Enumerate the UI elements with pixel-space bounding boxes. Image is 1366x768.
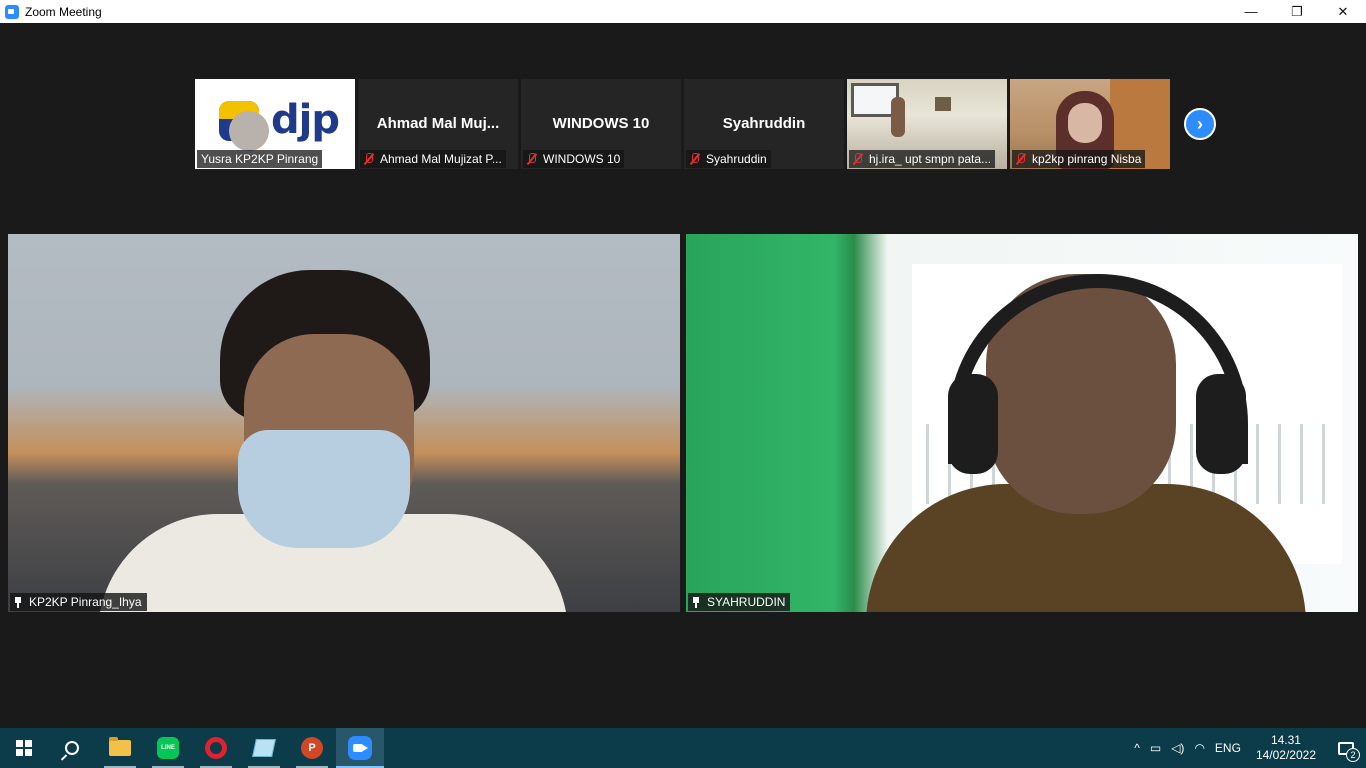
- network-icon[interactable]: ◠: [1189, 728, 1209, 768]
- chevron-right-icon: ›: [1197, 113, 1203, 134]
- zoom-app-icon: [5, 4, 19, 19]
- zoom-icon: [348, 736, 372, 760]
- participant-thumbnail[interactable]: Ahmad Mal Muj... Ahmad Mal Mujizat P...: [358, 79, 518, 169]
- taskbar-notes[interactable]: [240, 728, 288, 768]
- start-button[interactable]: [0, 728, 48, 768]
- participant-thumbnail[interactable]: WINDOWS 10 WINDOWS 10: [521, 79, 681, 169]
- line-icon: LINE: [157, 737, 179, 759]
- folder-icon: [109, 737, 131, 756]
- taskbar-clock[interactable]: 14.31 14/02/2022: [1246, 733, 1326, 763]
- volume-icon[interactable]: ◁): [1166, 728, 1189, 768]
- window-controls: — ❐ ✕: [1228, 0, 1366, 23]
- wall-frame: [935, 97, 951, 111]
- next-page-button[interactable]: ›: [1184, 108, 1216, 140]
- participant-video-face: [1068, 103, 1102, 143]
- participant-thumbnail[interactable]: hj.ira_ upt smpn pata...: [847, 79, 1007, 169]
- title-bar: Zoom Meeting — ❐ ✕: [0, 0, 1366, 23]
- participant-display-name: WINDOWS 10: [552, 115, 650, 132]
- meeting-area: djp Yusra KP2KP Pinrang Ahmad Mal Muj...…: [0, 23, 1366, 728]
- taskbar-zoom[interactable]: [336, 728, 384, 768]
- notification-count: 2: [1346, 748, 1360, 762]
- windows-taskbar: LINE P ^ ▭ ◁) ◠ ENG 14.31 14/02/2022 2: [0, 728, 1366, 768]
- input-language[interactable]: ENG: [1210, 728, 1246, 768]
- taskbar-powerpoint[interactable]: P: [288, 728, 336, 768]
- taskbar-line[interactable]: LINE: [144, 728, 192, 768]
- action-center-button[interactable]: 2: [1326, 728, 1366, 768]
- mic-muted-icon: [1016, 153, 1026, 165]
- taskbar-file-explorer[interactable]: [96, 728, 144, 768]
- participant-thumbnail[interactable]: kp2kp pinrang Nisba: [1010, 79, 1170, 169]
- mic-muted-icon: [853, 153, 863, 165]
- notes-icon: [252, 739, 276, 757]
- clock-date: 14/02/2022: [1255, 748, 1316, 762]
- clock-time: 14.31: [1270, 733, 1301, 747]
- participant-name-tag: Ahmad Mal Mujizat P...: [360, 150, 506, 168]
- restore-button[interactable]: ❐: [1274, 0, 1320, 23]
- mic-muted-icon: [364, 153, 374, 165]
- mic-muted-icon: [690, 153, 700, 165]
- participant-video-face: [229, 111, 269, 151]
- participant-name-tag: WINDOWS 10: [523, 150, 625, 168]
- powerpoint-icon: P: [301, 737, 323, 759]
- search-icon: [65, 741, 79, 755]
- participant-name-tag: kp2kp pinrang Nisba: [1012, 150, 1146, 168]
- taskbar-opera[interactable]: [192, 728, 240, 768]
- participant-thumbnail[interactable]: Syahruddin Syahruddin: [684, 79, 844, 169]
- taskbar-search-button[interactable]: [48, 728, 96, 768]
- window-title: Zoom Meeting: [25, 4, 102, 19]
- mic-muted-icon: [527, 153, 537, 165]
- video-name-tag: KP2KP Pinrang_Ihya: [10, 593, 147, 611]
- participant-thumbnail-strip: djp Yusra KP2KP Pinrang Ahmad Mal Muj...…: [195, 79, 1170, 169]
- participant-video-person: [891, 97, 905, 137]
- participant-name-tag: Syahruddin: [686, 150, 771, 168]
- battery-icon[interactable]: ▭: [1145, 728, 1166, 768]
- close-button[interactable]: ✕: [1320, 0, 1366, 23]
- minimize-button[interactable]: —: [1228, 0, 1274, 23]
- participant-thumbnail[interactable]: djp Yusra KP2KP Pinrang: [195, 79, 355, 169]
- pinned-video-tile[interactable]: SYAHRUDDIN: [686, 234, 1358, 612]
- system-tray: ^ ▭ ◁) ◠ ENG 14.31 14/02/2022 2: [1129, 728, 1366, 768]
- windows-icon: [16, 740, 32, 756]
- participant-name-tag: hj.ira_ upt smpn pata...: [849, 150, 996, 168]
- show-hidden-icons-button[interactable]: ^: [1129, 728, 1145, 768]
- participant-display-name: Ahmad Mal Muj...: [376, 115, 500, 132]
- participant-display-name: Syahruddin: [722, 115, 806, 132]
- video-name-tag: SYAHRUDDIN: [688, 593, 791, 611]
- opera-icon: [205, 737, 227, 759]
- participant-name-tag: Yusra KP2KP Pinrang: [197, 150, 323, 168]
- headset-earcup: [948, 374, 998, 474]
- pin-icon: [14, 596, 22, 608]
- participant-video-mask: [238, 430, 410, 548]
- pin-icon: [692, 596, 700, 608]
- pinned-video-tile[interactable]: KP2KP Pinrang_Ihya: [8, 234, 680, 612]
- headset-earcup: [1196, 374, 1246, 474]
